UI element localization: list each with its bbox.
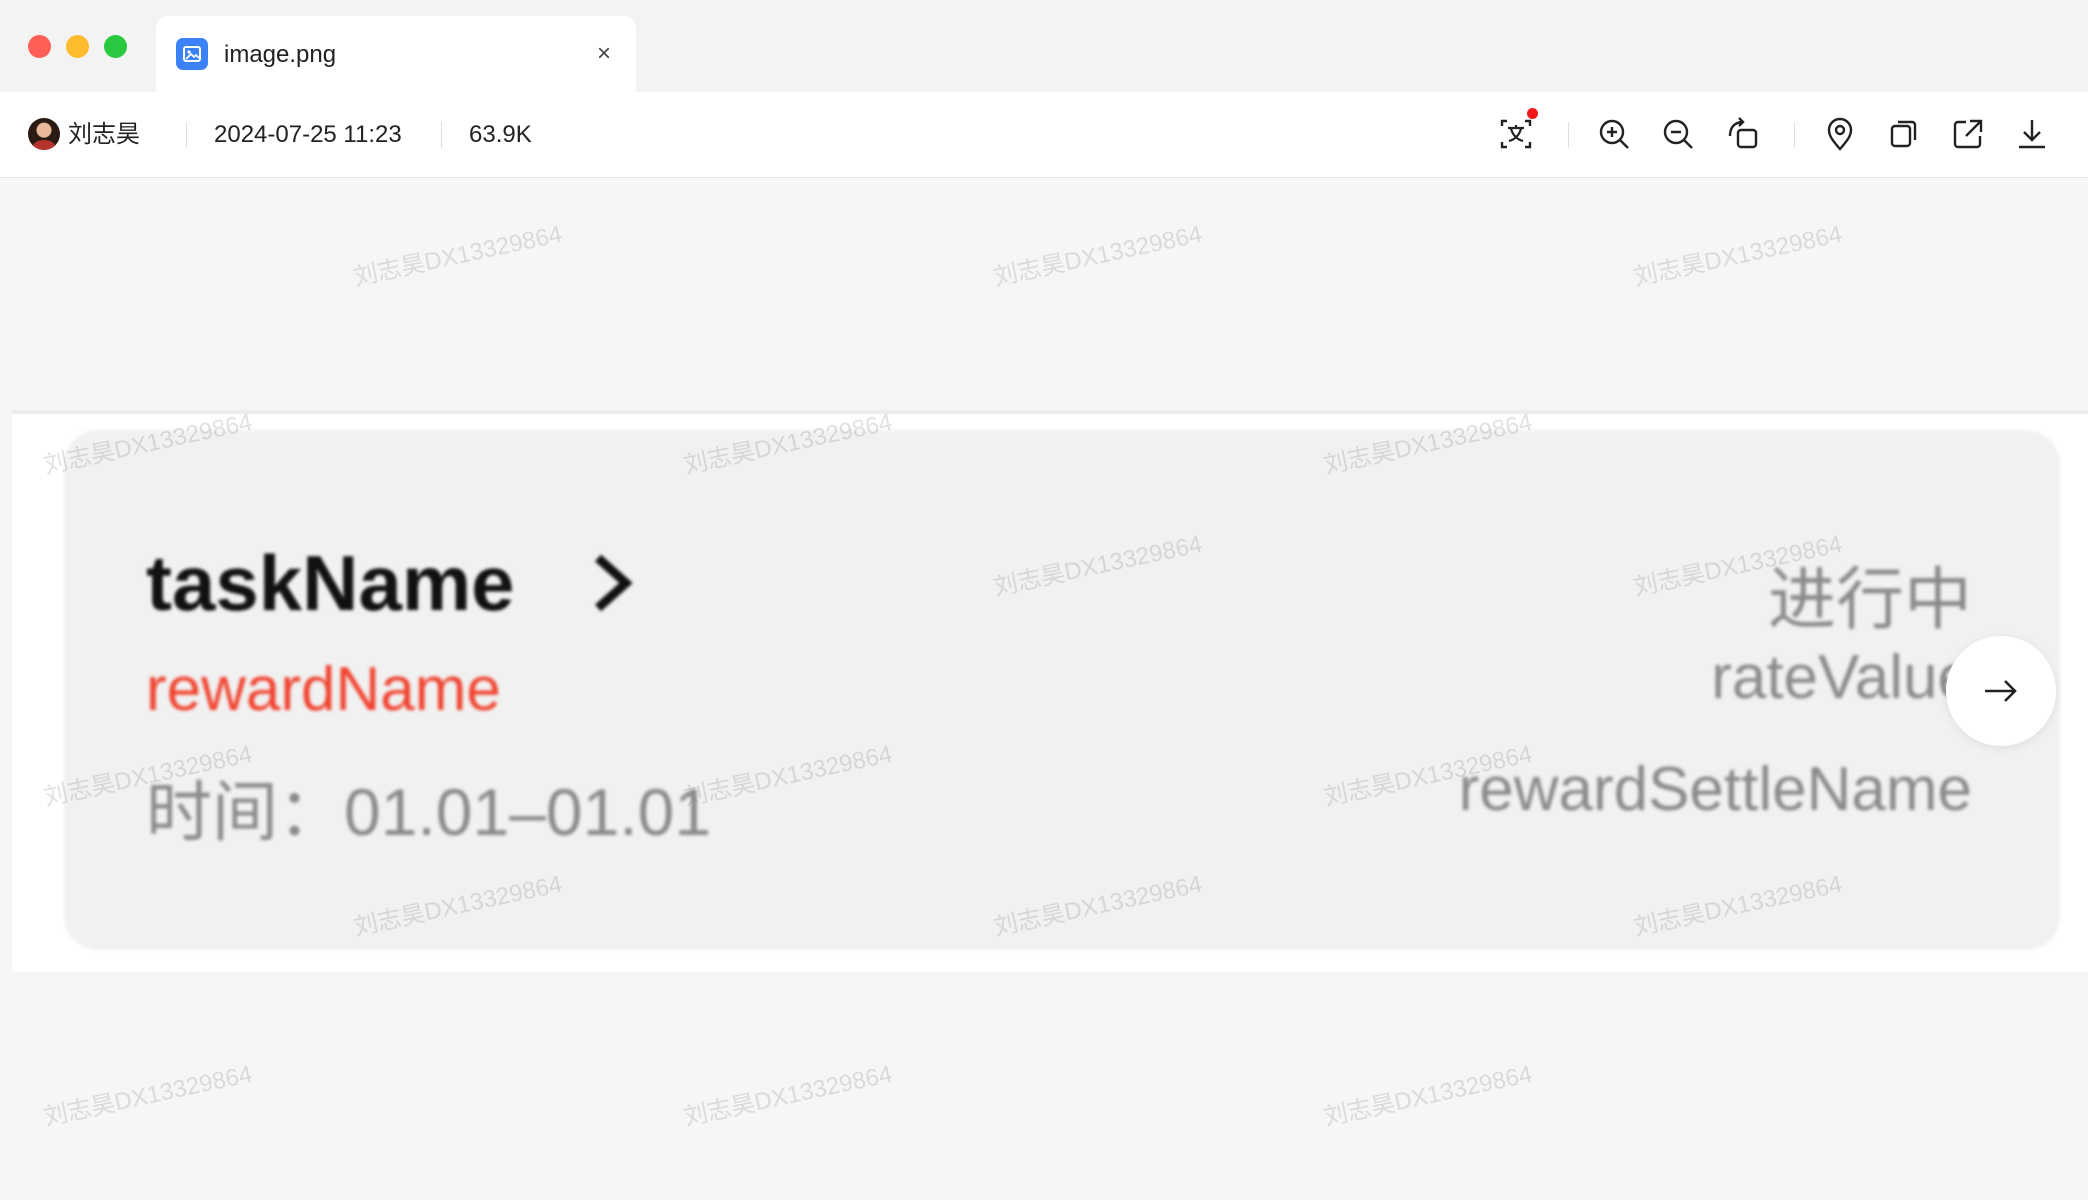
next-image-button[interactable] — [1946, 636, 2056, 746]
info-toolbar: 刘志昊 2024-07-25 11:23 63.9K — [0, 92, 2088, 178]
zoom-out-button[interactable] — [1658, 114, 1698, 154]
watermark: 刘志昊DX13329864 — [681, 1060, 895, 1132]
tab-close-button[interactable]: × — [588, 38, 620, 70]
time-range-line: 时间：01.01–01.01 — [146, 772, 711, 852]
tab-image[interactable]: image.png × — [156, 16, 636, 92]
rotate-button[interactable] — [1722, 114, 1762, 154]
status-text: 进行中 — [1767, 562, 1972, 638]
divider — [186, 122, 187, 148]
reward-name: rewardName — [146, 655, 501, 724]
reward-settle-name: rewardSettleName — [1458, 755, 1972, 824]
copy-icon — [1890, 120, 1917, 148]
download-button[interactable] — [2012, 114, 2052, 154]
divider — [1794, 122, 1795, 148]
arrow-right-icon — [1985, 680, 2017, 702]
open-external-button[interactable] — [1948, 114, 1988, 154]
download-icon — [2019, 120, 2045, 149]
window-close-button[interactable] — [28, 35, 51, 58]
divider — [441, 122, 442, 148]
notification-dot — [1527, 108, 1538, 119]
watermark: 刘志昊DX13329864 — [351, 220, 565, 292]
image-file-icon — [176, 38, 208, 70]
rate-value: rateValue — [1711, 643, 1972, 712]
image-canvas[interactable]: 刘志昊DX13329864 刘志昊DX13329864 刘志昊DX1332986… — [0, 178, 2088, 1200]
watermark: 刘志昊DX13329864 — [1321, 1060, 1535, 1132]
time-label: 时间： — [146, 775, 344, 849]
copy-button[interactable] — [1884, 114, 1924, 154]
window-minimize-button[interactable] — [66, 35, 89, 58]
task-card: taskName rewardName 时间：01.01–01.01 进行中 r… — [64, 430, 2060, 950]
tab-title: image.png — [224, 41, 337, 68]
chevron-right-icon — [595, 554, 633, 612]
locate-icon — [1827, 117, 1853, 151]
watermark: 刘志昊DX13329864 — [41, 1060, 255, 1132]
rotate-icon — [1728, 117, 1758, 149]
zoom-out-icon — [1663, 119, 1693, 149]
avatar[interactable] — [28, 118, 60, 150]
locate-button[interactable] — [1820, 114, 1860, 154]
ocr-translate-icon — [1500, 119, 1532, 149]
divider — [1568, 122, 1569, 148]
title-bar: image.png × — [0, 0, 2088, 92]
task-name: taskName — [146, 539, 515, 627]
displayed-image: taskName rewardName 时间：01.01–01.01 进行中 r… — [12, 410, 2088, 972]
time-range: 01.01–01.01 — [344, 775, 712, 849]
watermark: 刘志昊DX13329864 — [1631, 220, 1845, 292]
image-viewer-window: image.png × 刘志昊 2024-07-25 11:23 63.9K 刘… — [0, 0, 2088, 1200]
watermark: 刘志昊DX13329864 — [991, 220, 1205, 292]
upload-datetime: 2024-07-25 11:23 — [214, 121, 402, 148]
zoom-in-icon — [1599, 119, 1629, 149]
ocr-translate-button[interactable] — [1496, 108, 1538, 154]
uploader-name: 刘志昊 — [68, 121, 140, 148]
zoom-in-button[interactable] — [1594, 114, 1634, 154]
window-maximize-button[interactable] — [104, 35, 127, 58]
file-size: 63.9K — [469, 121, 532, 148]
open-external-icon — [1953, 119, 1983, 149]
